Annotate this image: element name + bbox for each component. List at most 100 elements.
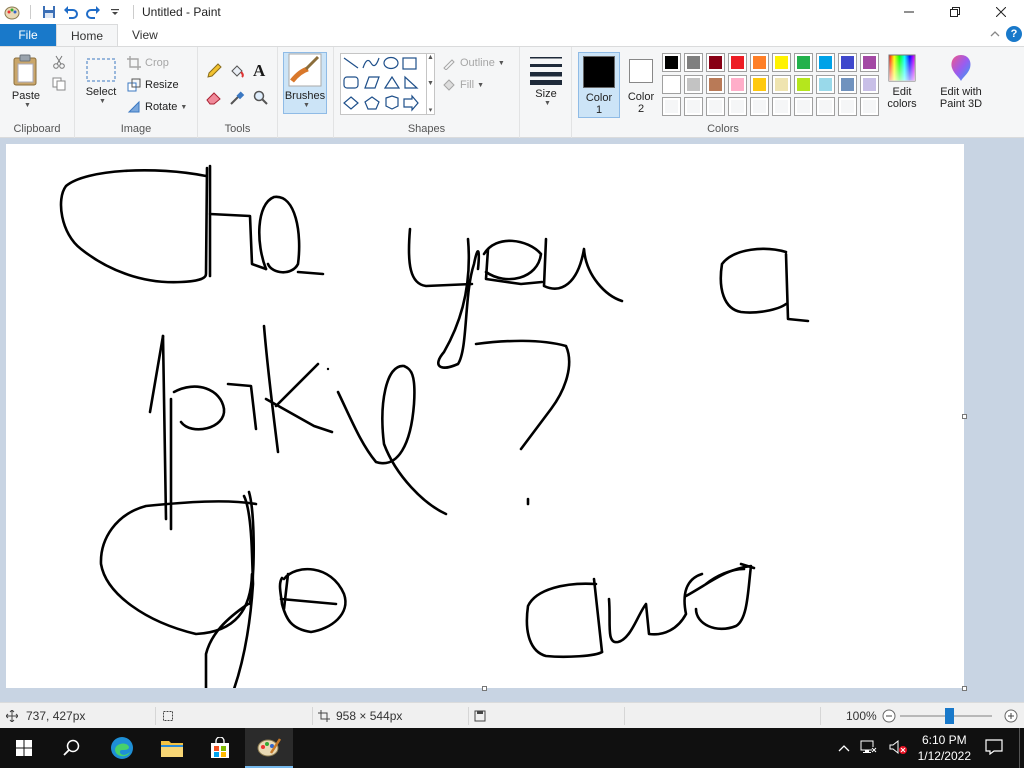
color-picker-icon[interactable] [229,90,245,109]
magnifier-icon[interactable] [253,90,269,109]
edit-with-paint3d-button[interactable]: Edit with Paint 3D [932,53,990,110]
resize-handle-right[interactable] [962,414,967,419]
palette-swatch[interactable] [772,53,791,72]
palette-swatch[interactable] [838,97,857,116]
palette-swatch[interactable] [728,75,747,94]
palette-swatch[interactable] [794,97,813,116]
tab-home[interactable]: Home [56,24,119,46]
palette-swatch[interactable] [662,53,681,72]
palette-swatch[interactable] [684,75,703,94]
palette-swatch[interactable] [662,75,681,94]
edit-colors-button[interactable]: Edit colors [878,53,926,110]
cut-icon[interactable] [52,55,66,72]
resize-label: Resize [145,79,179,91]
crop-button[interactable]: Crop [127,53,169,73]
chevron-up-icon[interactable]: ▲ [427,54,434,61]
size-button[interactable]: Size ▼ [526,55,566,107]
rotate-button[interactable]: Rotate ▼ [127,97,187,117]
eraser-icon[interactable] [206,91,222,108]
resize-handle-corner[interactable] [962,686,967,691]
divider [468,707,469,725]
fill-icon [443,79,455,91]
palette-swatch[interactable] [684,53,703,72]
palette-swatch[interactable] [816,53,835,72]
zoom-in-icon [1004,709,1018,723]
palette-swatch[interactable] [860,75,879,94]
taskbar-clock[interactable]: 6:10 PM 1/12/2022 [918,732,971,764]
tab-view[interactable]: View [118,24,172,46]
select-label: Select [85,86,117,98]
save-icon[interactable] [39,2,59,22]
palette-swatch[interactable] [706,97,725,116]
minimize-ribbon-icon[interactable] [990,27,1000,41]
show-desktop-button[interactable] [1019,728,1024,768]
image-group: Select ▼ Crop Resize Rotate ▼ Image [75,47,198,138]
network-icon[interactable] [860,739,878,758]
palette-swatch[interactable] [706,75,725,94]
zoom-in-button[interactable] [1004,703,1018,729]
chevron-down-icon[interactable]: ▼ [427,80,434,87]
pencil-icon[interactable] [206,63,222,82]
resize-handle-bottom[interactable] [482,686,487,691]
zoom-out-button[interactable] [882,703,896,729]
paint-taskbar-button[interactable] [245,728,293,768]
notifications-icon[interactable] [985,738,1003,758]
customize-qat-icon[interactable] [105,2,125,22]
palette-swatch[interactable] [860,97,879,116]
outline-icon [443,59,455,70]
zoom-slider-thumb[interactable] [945,708,954,724]
volume-muted-icon[interactable] [888,739,908,758]
select-button[interactable]: Select ▼ [81,57,121,105]
fill-button[interactable]: Fill ▼ [442,75,484,95]
palette-swatch[interactable] [860,53,879,72]
edge-taskbar-button[interactable] [98,728,146,768]
canvas-workspace[interactable] [0,138,1024,702]
palette-swatch[interactable] [750,53,769,72]
rotate-label: Rotate [145,101,178,113]
undo-icon[interactable] [61,2,81,22]
color1-button[interactable]: Color 1 [578,52,620,118]
file-explorer-taskbar-button[interactable] [148,728,196,768]
system-tray: 6:10 PM 1/12/2022 [838,728,1024,768]
tab-file[interactable]: File [0,24,56,46]
palette-swatch[interactable] [816,97,835,116]
palette-swatch[interactable] [684,97,703,116]
palette-swatch[interactable] [794,53,813,72]
palette-swatch[interactable] [750,97,769,116]
palette-swatch[interactable] [728,97,747,116]
drawing-canvas[interactable] [6,144,967,691]
minimize-button[interactable] [886,0,932,24]
palette-swatch[interactable] [728,53,747,72]
help-icon[interactable]: ? [1006,26,1022,42]
shapes-gallery-scroll[interactable]: ▲ ▼ ▾ [426,53,435,115]
paint-app-icon[interactable] [2,2,22,22]
show-hidden-icons-icon[interactable] [838,741,850,755]
palette-swatch[interactable] [772,75,791,94]
chevron-down-icon: ▼ [303,102,310,109]
palette-swatch[interactable] [794,75,813,94]
expand-gallery-icon[interactable]: ▾ [429,106,433,114]
redo-icon[interactable] [83,2,103,22]
shapes-gallery[interactable] [340,53,434,115]
copy-icon[interactable] [52,77,66,94]
palette-swatch[interactable] [772,97,791,116]
store-taskbar-button[interactable] [196,728,244,768]
palette-swatch[interactable] [750,75,769,94]
zoom-slider[interactable] [900,703,992,729]
brushes-button[interactable]: Brushes ▼ [283,52,327,114]
palette-swatch[interactable] [838,53,857,72]
restore-button[interactable] [932,0,978,24]
close-button[interactable] [978,0,1024,24]
color2-button[interactable]: Color 2 [622,52,660,118]
start-button[interactable] [0,728,48,768]
palette-swatch[interactable] [838,75,857,94]
resize-button[interactable]: Resize [127,75,179,95]
paste-button[interactable]: Paste ▼ [6,53,46,109]
search-button[interactable] [48,728,96,768]
palette-swatch[interactable] [816,75,835,94]
text-tool-icon[interactable]: A [253,61,265,81]
palette-swatch[interactable] [706,53,725,72]
palette-swatch[interactable] [662,97,681,116]
outline-button[interactable]: Outline ▼ [442,53,505,73]
fill-bucket-icon[interactable] [229,63,245,82]
